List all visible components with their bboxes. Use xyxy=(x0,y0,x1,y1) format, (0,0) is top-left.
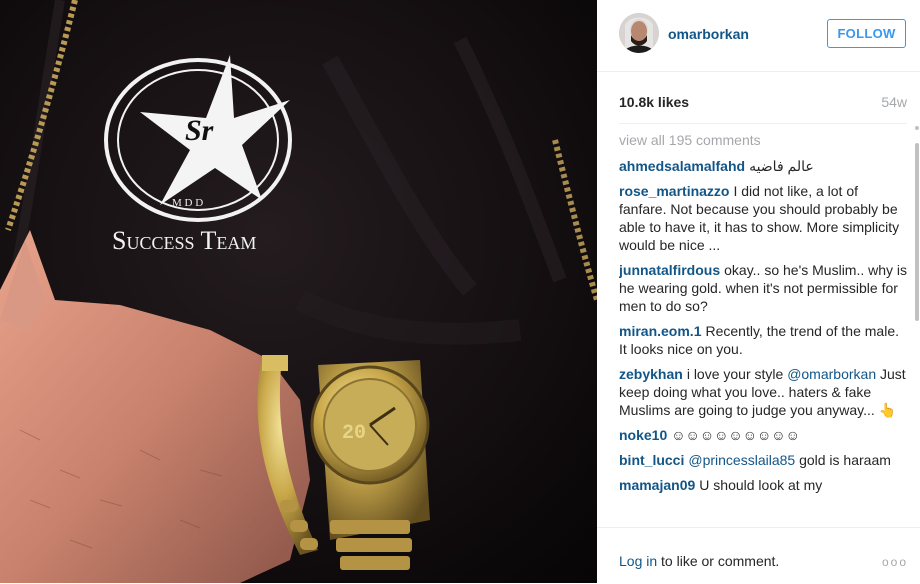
team-text: Success Team xyxy=(112,226,256,255)
comment-item: bint_lucci @princesslaila85 gold is haraa… xyxy=(619,451,909,469)
comment-item: rose_martinazzo I did not like, a lot of … xyxy=(619,182,909,254)
comment-username[interactable]: ahmedsalamalfahd xyxy=(619,158,745,174)
scrollbar-arrow[interactable] xyxy=(915,126,919,130)
comment-item: zebykhan i love your style @omarborkan Ju… xyxy=(619,365,909,419)
login-prompt: Log in to like or comment. xyxy=(619,553,779,569)
login-prompt-text: to like or comment. xyxy=(657,553,780,569)
post-meta: 10.8k likes 54w xyxy=(619,93,907,115)
badge-letters: Sr xyxy=(185,114,214,147)
comment-username[interactable]: zebykhan xyxy=(619,366,683,382)
view-all-comments-link[interactable]: view all 195 comments xyxy=(619,131,909,149)
comment-mention[interactable]: @princesslaila85 xyxy=(688,452,795,468)
post-sidebar: omarborkan FOLLOW 10.8k likes 54w view a… xyxy=(597,0,920,583)
comment-text: عالم فاضيه xyxy=(749,158,814,174)
comment-username[interactable]: mamajan09 xyxy=(619,477,695,493)
likes-count[interactable]: 10.8k likes xyxy=(619,94,689,110)
watch-digits: 20 xyxy=(342,422,366,445)
comment-mention[interactable]: @omarborkan xyxy=(787,366,876,382)
comment-item: miran.eom.1 Recently, the trend of the ma… xyxy=(619,322,909,358)
comment-item: mamajan09 U should look at my xyxy=(619,476,909,494)
login-link[interactable]: Log in xyxy=(619,553,657,569)
username-link[interactable]: omarborkan xyxy=(668,26,749,42)
post-age[interactable]: 54w xyxy=(881,94,907,110)
comment-item: junnatalfirdous okay.. so he's Muslim.. w… xyxy=(619,261,909,315)
comment-text: ☺☺☺☺☺☺☺☺☺ xyxy=(671,427,800,443)
comment-username[interactable]: junnatalfirdous xyxy=(619,262,720,278)
comment-text: U should look at my xyxy=(699,477,823,493)
post-header: omarborkan FOLLOW xyxy=(597,0,920,72)
comments-list: view all 195 comments ahmedsalamalfahd عا… xyxy=(619,131,909,528)
divider xyxy=(619,123,907,124)
comment-username[interactable]: noke10 xyxy=(619,427,667,443)
comment-item: noke10 ☺☺☺☺☺☺☺☺☺ xyxy=(619,426,909,444)
comment-text: gold is haraam xyxy=(795,452,891,468)
comment-item: ahmedsalamalfahd عالم فاضيه xyxy=(619,157,909,175)
more-options-icon[interactable]: ooo xyxy=(882,555,908,569)
comment-username[interactable]: bint_lucci xyxy=(619,452,684,468)
comment-text: i love your style xyxy=(686,366,788,382)
avatar[interactable] xyxy=(619,13,659,53)
post-footer: Log in to like or comment. ooo xyxy=(597,527,920,584)
comment-username[interactable]: miran.eom.1 xyxy=(619,323,701,339)
comments-scrollbar[interactable] xyxy=(915,143,919,321)
post-image: Sr M D D Success Team 20 xyxy=(0,0,597,583)
avatar-image xyxy=(619,13,659,53)
follow-button[interactable]: FOLLOW xyxy=(827,19,906,48)
comment-username[interactable]: rose_martinazzo xyxy=(619,183,729,199)
post-photo: Sr M D D Success Team 20 xyxy=(0,0,597,583)
badge-sub: M D D xyxy=(172,197,203,209)
